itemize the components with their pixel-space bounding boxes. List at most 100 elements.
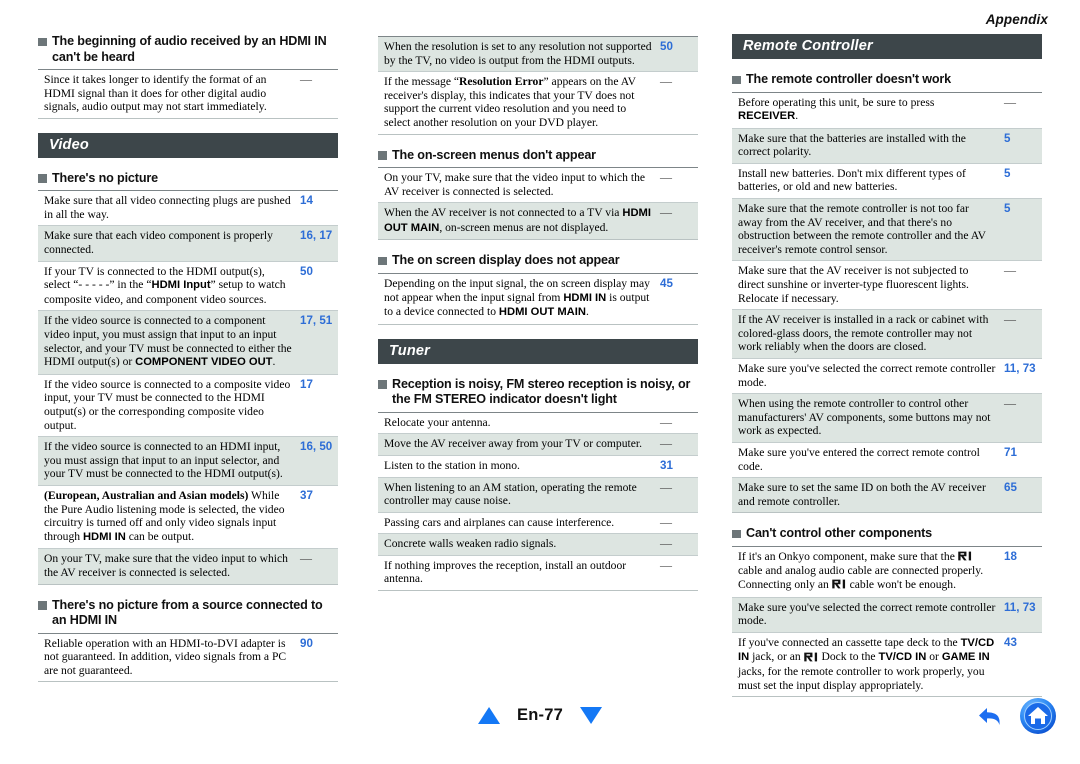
remedy-text: Listen to the station in mono. [378,455,654,478]
table-row: If the video source is connected to an H… [38,436,338,486]
page-reference-link[interactable]: 18 [998,546,1042,598]
page-reference-link[interactable]: 11, 73 [998,597,1042,633]
remedy-text: If nothing improves the reception, insta… [378,555,654,592]
remedy-text: Make sure you've selected the correct re… [732,358,998,395]
remedy-text: When using the remote controller to cont… [732,393,998,443]
remedy-text: When the AV receiver is not connected to… [378,202,654,241]
table-row: Since it takes longer to identify the fo… [38,69,338,119]
table-row: If nothing improves the reception, insta… [378,555,698,592]
page-reference-none: — [654,412,698,435]
page-reference-link[interactable]: 37 [294,485,338,550]
page-reference-link[interactable]: 50 [654,36,698,73]
remedy-text: (European, Australian and Asian models) … [38,485,294,550]
ri-logo-icon [831,579,847,593]
table-row: Make sure that the batteries are install… [732,128,1042,164]
home-icon[interactable] [1018,696,1058,736]
table-row: Make sure that the AV receiver is not su… [732,260,1042,311]
page-reference-link[interactable]: 65 [998,477,1042,514]
table-row: If you've connected an cassette tape dec… [732,632,1042,698]
page-reference-none: — [654,477,698,513]
navigation-icons [974,696,1058,736]
page-reference-link[interactable]: 50 [294,261,338,312]
heading-tuner-noise: Reception is noisy, FM stereo reception … [378,377,698,408]
page-reference-link[interactable]: 14 [294,190,338,227]
page-reference-link[interactable]: 5 [998,198,1042,262]
table-row: Concrete walls weaken radio signals. — [378,533,698,556]
manual-page: Appendix The beginning of audio received… [0,0,1080,764]
table-row: Make sure to set the same ID on both the… [732,477,1042,514]
back-arrow-icon[interactable] [974,699,1008,733]
remedy-text: Make sure that the AV receiver is not su… [732,260,998,311]
table-body: Make sure that all video connecting plug… [38,190,338,585]
page-reference-link[interactable]: 43 [998,632,1042,698]
table-body: If it's an Onkyo component, make sure th… [732,546,1042,698]
three-column-body: The beginning of audio received by an HD… [0,34,1080,699]
page-reference-none: — [294,69,338,119]
remedy-text: Since it takes longer to identify the fo… [38,69,294,119]
table-row: Before operating this unit, be sure to p… [732,92,1042,129]
page-reference-link[interactable]: 5 [998,128,1042,164]
remedy-text: Make sure you've selected the correct re… [732,597,998,633]
remedy-text: Depending on the input signal, the on sc… [378,273,654,325]
page-reference-link[interactable]: 5 [998,163,1042,200]
table-row: Relocate your antenna. — [378,412,698,435]
table-row: When listening to an AM station, operati… [378,477,698,513]
table-row: Make sure that the remote controller is … [732,198,1042,262]
table-row: When the resolution is set to any resolu… [378,36,698,73]
heading-on-screen-display: The on screen display does not appear [378,253,698,269]
page-reference-link[interactable]: 17, 51 [294,310,338,375]
heading-remote-doesnt-work: The remote controller doesn't work [732,72,1042,88]
table-continued-resolution: When the resolution is set to any resolu… [378,36,698,135]
table-body: Reliable operation with an HDMI-to-DVI a… [38,633,338,683]
heading-no-picture: There's no picture [38,171,338,187]
remedy-text: Move the AV receiver away from your TV o… [378,433,654,456]
table-row: Make sure you've entered the correct rem… [732,442,1042,479]
page-reference-link[interactable]: 16, 17 [294,225,338,262]
table-row: If your TV is connected to the HDMI outp… [38,261,338,312]
page-reference-none: — [294,548,338,585]
page-footer: En-77 [0,694,1080,750]
page-reference-none: — [654,71,698,135]
table-body: When the resolution is set to any resolu… [378,36,698,135]
page-reference-link[interactable]: 45 [654,273,698,325]
page-reference-none: — [654,167,698,204]
table-body: Relocate your antenna. — Move the AV recei… [378,412,698,592]
remedy-text: On your TV, make sure that the video inp… [38,548,294,585]
next-page-triangle-icon[interactable] [579,707,602,724]
remedy-text: Make sure that each video component is p… [38,225,294,262]
table-body: Since it takes longer to identify the fo… [38,69,338,119]
table-row: If the AV receiver is installed in a rac… [732,309,1042,359]
remedy-text: If the message “Resolution Error” appear… [378,71,654,135]
page-number-label: En-77 [517,706,563,724]
remedy-text: If you've connected an cassette tape dec… [732,632,998,698]
table-row: When using the remote controller to cont… [732,393,1042,443]
column-left: The beginning of audio received by an HD… [0,34,360,699]
page-reference-link[interactable]: 17 [294,374,338,438]
remedy-text: If the video source is connected to an H… [38,436,294,486]
previous-page-triangle-icon[interactable] [478,707,501,724]
page-reference-link[interactable]: 90 [294,633,338,683]
page-reference-link[interactable]: 71 [998,442,1042,479]
remedy-text: Before operating this unit, be sure to p… [732,92,998,129]
table-row: Reliable operation with an HDMI-to-DVI a… [38,633,338,683]
table-remote-controller: Before operating this unit, be sure to p… [732,91,1042,514]
page-reference-none: — [654,202,698,241]
ri-logo-icon [957,551,973,565]
page-reference-link[interactable]: 16, 50 [294,436,338,486]
remedy-text: Relocate your antenna. [378,412,654,435]
page-reference-none: — [998,92,1042,129]
remedy-text: Make sure that the remote controller is … [732,198,998,262]
remedy-text: Concrete walls weaken radio signals. [378,533,654,556]
remedy-text: On your TV, make sure that the video inp… [378,167,654,204]
heading-no-picture-hdmi: There's no picture from a source connect… [38,598,338,629]
remedy-text: Make sure you've entered the correct rem… [732,442,998,479]
page-reference-link[interactable]: 31 [654,455,698,478]
remedy-text: If the video source is connected to a co… [38,374,294,438]
remedy-text: Make sure that the batteries are install… [732,128,998,164]
table-row: Make sure that each video component is p… [38,225,338,262]
page-reference-link[interactable]: 11, 73 [998,358,1042,395]
page-reference-none: — [654,533,698,556]
page-reference-none: — [654,555,698,592]
table-row: If the message “Resolution Error” appear… [378,71,698,135]
table-no-picture: Make sure that all video connecting plug… [38,190,338,585]
